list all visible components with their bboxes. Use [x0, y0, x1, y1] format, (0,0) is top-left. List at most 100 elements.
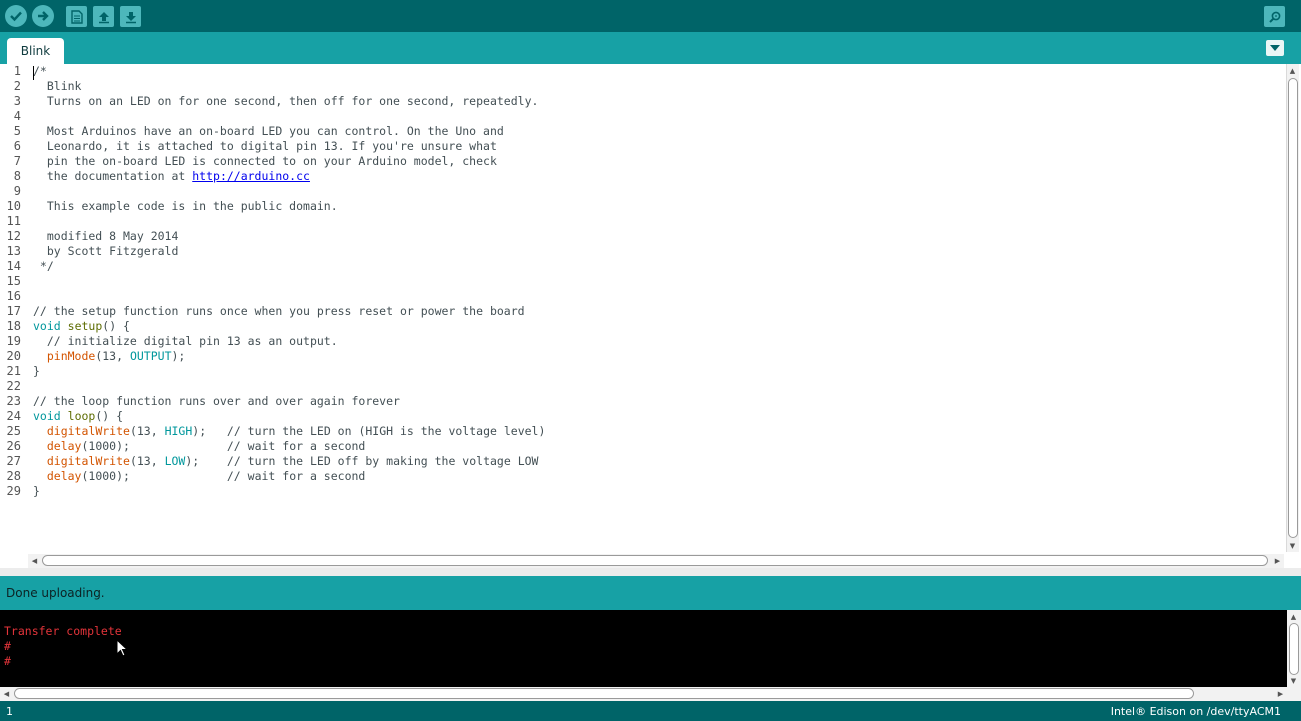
code-line: the documentation at http://arduino.cc — [33, 169, 310, 183]
upload-icon — [38, 11, 49, 21]
line-number: 17 — [6, 304, 21, 318]
tab-blink[interactable]: Blink — [7, 38, 64, 64]
verify-button[interactable] — [5, 5, 27, 27]
editor-horizontal-scrollbar[interactable]: ◀ ▶ — [28, 554, 1284, 568]
scroll-up-arrow-icon[interactable]: ▲ — [1288, 611, 1299, 622]
serial-monitor-button[interactable] — [1264, 6, 1285, 27]
code-line: delay(1000); // wait for a second — [46, 469, 366, 483]
line-number: 7 — [13, 154, 21, 168]
line-number: 26 — [6, 439, 21, 453]
line-number: 1 — [13, 64, 21, 78]
line-number: 5 — [13, 124, 21, 138]
scrollbar-thumb[interactable] — [14, 688, 1194, 699]
scroll-down-arrow-icon[interactable]: ▼ — [1287, 540, 1298, 551]
code-line: // the setup function runs once when you… — [33, 304, 525, 318]
console-horizontal-scrollbar[interactable]: ◀ ▶ — [0, 687, 1301, 701]
code-line: /* — [33, 64, 47, 78]
verify-icon — [10, 11, 22, 22]
upload-button[interactable] — [32, 5, 54, 27]
line-number: 3 — [13, 94, 21, 108]
scrollbar-thumb[interactable] — [1288, 78, 1298, 538]
save-icon — [125, 11, 136, 23]
line-number-gutter: 1 2 3 4 5 6 7 8 9 10 11 12 13 14 15 16 17 18 19 20 21 22 23 24 2… — [0, 64, 28, 554]
scroll-down-arrow-icon[interactable]: ▼ — [1288, 675, 1299, 686]
line-number: 23 — [6, 394, 21, 408]
code-line: } — [33, 364, 40, 378]
code-line: // initialize digital pin 13 as an outpu… — [33, 334, 338, 348]
console-output[interactable]: Transfer complete # # — [0, 610, 1287, 687]
documentation-link[interactable]: http://arduino.cc — [192, 169, 310, 183]
line-number: 24 — [6, 409, 21, 423]
open-icon — [98, 11, 109, 23]
code-line: pinMode(13, OUTPUT); — [46, 349, 186, 363]
line-number: 13 — [6, 244, 21, 258]
line-number: 25 — [6, 424, 21, 438]
code-editor[interactable]: 1 2 3 4 5 6 7 8 9 10 11 12 13 14 15 16 17 18 19 20 21 22 23 24 2… — [0, 64, 1301, 554]
line-number: 20 — [6, 349, 21, 363]
status-bar: Done uploading. — [0, 576, 1301, 610]
scroll-left-arrow-icon[interactable]: ◀ — [29, 555, 40, 566]
code-line: delay(1000); // wait for a second — [46, 439, 366, 453]
scroll-up-arrow-icon[interactable]: ▲ — [1287, 65, 1298, 76]
text-caret — [33, 66, 34, 80]
save-button[interactable] — [120, 6, 141, 27]
line-number: 29 — [6, 484, 21, 498]
scroll-right-arrow-icon[interactable]: ▶ — [1275, 688, 1286, 699]
code-line: } — [33, 484, 40, 498]
line-number: 28 — [6, 469, 21, 483]
status-message: Done uploading. — [6, 586, 105, 600]
line-number: 12 — [6, 229, 21, 243]
line-number: 6 — [13, 139, 21, 153]
code-line: // the loop function runs over and over … — [33, 394, 400, 408]
code-line: */ — [33, 259, 54, 273]
pane-splitter[interactable] — [0, 568, 1301, 576]
scroll-left-arrow-icon[interactable]: ◀ — [1, 688, 12, 699]
line-number: 8 — [13, 169, 21, 183]
editor-vertical-scrollbar[interactable]: ▲ ▼ — [1286, 64, 1299, 552]
line-number: 21 — [6, 364, 21, 378]
code-line: modified 8 May 2014 — [33, 229, 179, 243]
scrollbar-thumb[interactable] — [1289, 623, 1299, 675]
code-line: Turns on an LED on for one second, then … — [33, 94, 539, 108]
code-line: This example code is in the public domai… — [33, 199, 338, 213]
console-vertical-scrollbar[interactable]: ▲ ▼ — [1287, 610, 1301, 687]
console-line: # — [4, 654, 11, 668]
line-number: 4 — [13, 109, 21, 123]
line-number: 9 — [13, 184, 21, 198]
code-line: digitalWrite(13, LOW); // turn the LED o… — [46, 454, 539, 468]
board-port-label: Intel® Edison on /dev/ttyACM1 — [1110, 705, 1281, 718]
scrollbar-thumb[interactable] — [42, 555, 1268, 566]
console-line: Transfer complete — [4, 624, 122, 638]
line-number: 27 — [6, 454, 21, 468]
line-number: 14 — [6, 259, 21, 273]
cursor-line-number: 1 — [6, 705, 13, 718]
line-number: 22 — [6, 379, 21, 393]
code-line: Blink — [33, 79, 82, 93]
line-number: 10 — [6, 199, 21, 213]
line-number: 15 — [6, 274, 21, 288]
chevron-down-icon — [1270, 44, 1280, 51]
line-number: 16 — [6, 289, 21, 303]
line-number: 11 — [6, 214, 21, 228]
code-line: by Scott Fitzgerald — [33, 244, 179, 258]
code-line: pin the on-board LED is connected to on … — [33, 154, 497, 168]
serial-monitor-icon — [1268, 11, 1280, 23]
line-number: 18 — [6, 319, 21, 333]
code-line: void setup() { — [33, 319, 130, 333]
mouse-pointer-icon — [116, 639, 128, 657]
new-button[interactable] — [66, 6, 87, 27]
line-number: 19 — [6, 334, 21, 348]
open-button[interactable] — [93, 6, 114, 27]
toolbar — [0, 0, 1301, 32]
tab-bar: Blink — [0, 32, 1301, 64]
scroll-right-arrow-icon[interactable]: ▶ — [1272, 555, 1283, 566]
tab-menu-button[interactable] — [1266, 40, 1284, 56]
code-line: Leonardo, it is attached to digital pin … — [33, 139, 497, 153]
code-line: digitalWrite(13, HIGH); // turn the LED … — [46, 424, 546, 438]
line-number: 2 — [13, 79, 21, 93]
code-line: Most Arduinos have an on-board LED you c… — [33, 124, 504, 138]
console-line: # — [4, 639, 11, 653]
code-line: void loop() { — [33, 409, 124, 423]
bottom-bar: 1 Intel® Edison on /dev/ttyACM1 — [0, 701, 1301, 721]
new-icon — [70, 9, 83, 24]
